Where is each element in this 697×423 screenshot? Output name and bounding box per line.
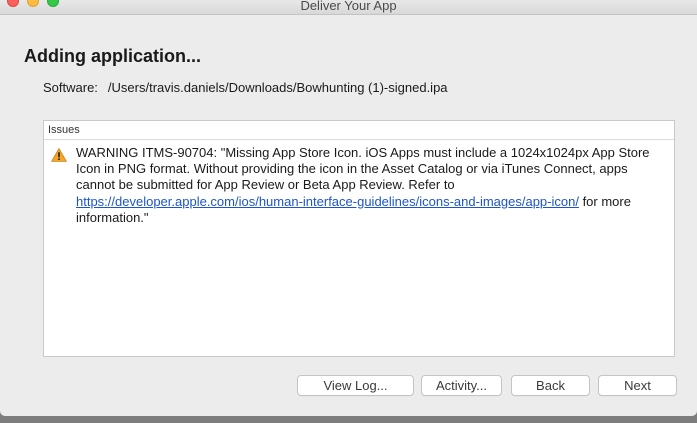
software-path: /Users/travis.daniels/Downloads/Bowhunti… — [107, 80, 448, 95]
activity-button[interactable]: Activity... — [421, 375, 502, 396]
issue-text-before: WARNING ITMS-90704: "Missing App Store I… — [76, 145, 650, 193]
title-bar: Deliver Your App — [0, 0, 697, 15]
window-title: Deliver Your App — [300, 0, 397, 13]
issue-message: WARNING ITMS-90704: "Missing App Store I… — [76, 145, 664, 226]
software-label: Software: — [43, 80, 98, 95]
issue-help-link[interactable]: https://developer.apple.com/ios/human-in… — [76, 194, 579, 209]
back-button[interactable]: Back — [511, 375, 590, 396]
warning-icon — [51, 148, 67, 162]
issues-header: Issues — [44, 121, 674, 140]
page-heading: Adding application... — [24, 46, 201, 66]
next-button[interactable]: Next — [598, 375, 677, 396]
deliver-app-window: Deliver Your App Adding application... S… — [0, 0, 697, 416]
software-row: Software: /Users/travis.daniels/Downloads… — [43, 80, 448, 95]
issues-list[interactable]: Issues WARNING ITMS-90704: "Missing App … — [43, 120, 675, 357]
view-log-button[interactable]: View Log... — [297, 375, 414, 396]
issue-item[interactable]: WARNING ITMS-90704: "Missing App Store I… — [44, 140, 674, 226]
